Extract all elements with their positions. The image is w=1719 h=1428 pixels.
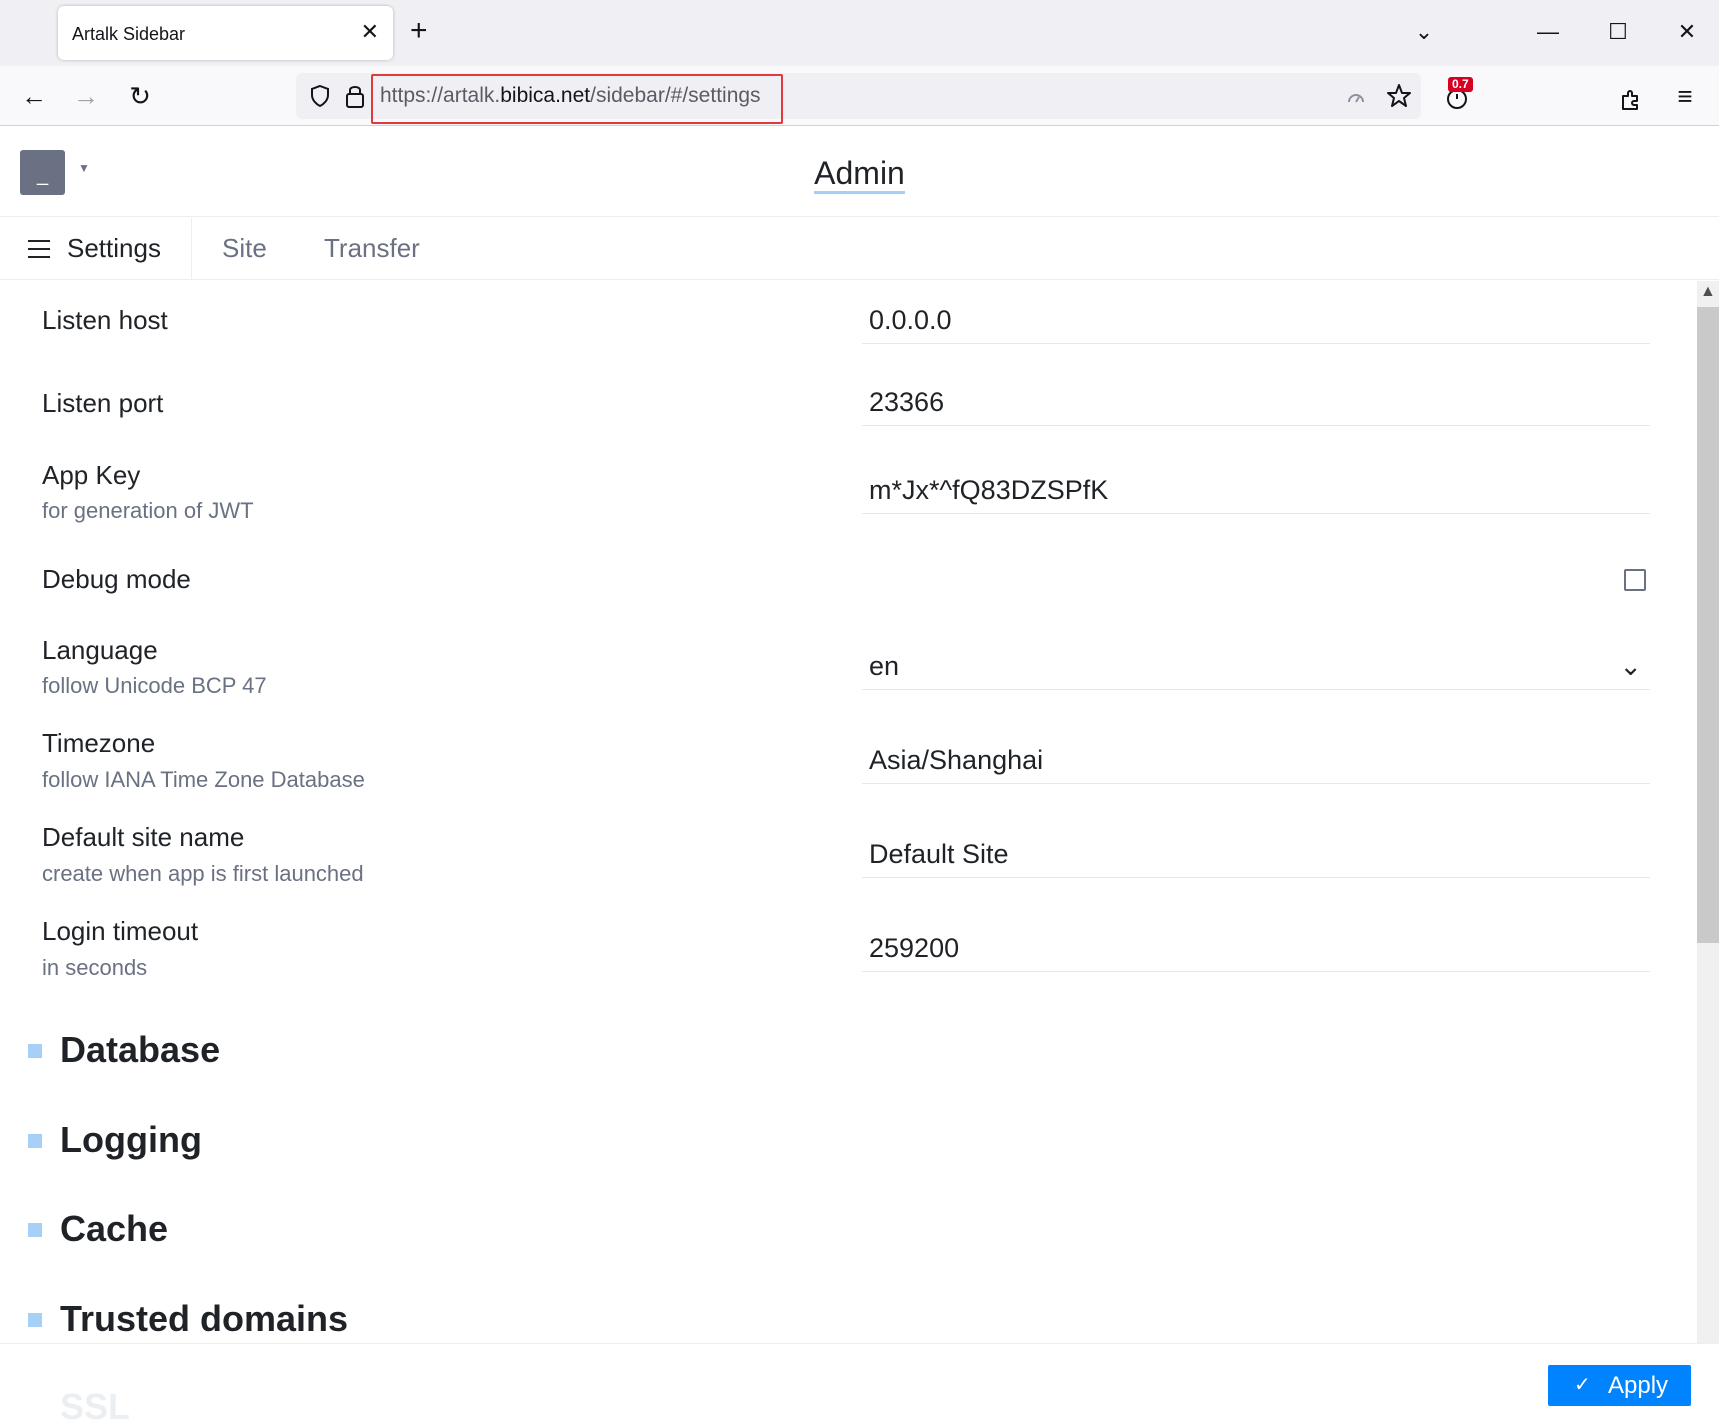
app-header: _ ▼ Admin	[0, 127, 1719, 217]
lock-icon[interactable]	[344, 83, 366, 109]
tab-close-icon[interactable]: ✕	[361, 20, 379, 44]
chevron-down-icon: ⌄	[1619, 651, 1642, 681]
setting-description: create when app is first launched	[42, 861, 364, 886]
setting-label: Debug mode	[42, 564, 191, 594]
scroll-thumb[interactable]	[1697, 307, 1719, 943]
setting-label: Login timeout	[42, 916, 199, 946]
check-icon: ✓	[1574, 1374, 1591, 1396]
back-icon[interactable]: ←	[16, 78, 52, 114]
new-tab-icon[interactable]: +	[410, 16, 428, 46]
settings-content: Listen host 0.0.0.0 Listen port 23366 Ap…	[0, 281, 1697, 1343]
apply-label: Apply	[1608, 1372, 1669, 1399]
scrollbar[interactable]: ▲	[1697, 281, 1719, 1343]
input-value: 23366	[869, 387, 945, 417]
browser-nav-bar: ← → ↻ https://artalk.bibica.net/sidebar/…	[0, 66, 1719, 126]
tab-settings[interactable]: Settings	[0, 218, 192, 280]
login-timeout-input[interactable]: 259200	[862, 928, 1650, 972]
setting-description: in seconds	[42, 955, 148, 980]
reader-view-icon[interactable]	[1346, 87, 1366, 107]
tab-transfer[interactable]: Transfer	[324, 233, 420, 264]
page-title: Admin	[0, 155, 1719, 194]
default-site-name-input[interactable]: Default Site	[862, 834, 1650, 878]
reload-icon[interactable]: ↻	[122, 78, 158, 114]
setting-description: follow Unicode BCP 47	[42, 673, 267, 698]
section-marker	[28, 1134, 42, 1148]
hamburger-icon[interactable]	[28, 240, 50, 258]
maximize-icon[interactable]: ☐	[1598, 14, 1638, 50]
app-menu-icon[interactable]: ≡	[1667, 78, 1703, 114]
extension-badge: 0.7	[1448, 77, 1473, 92]
listen-port-input[interactable]: 23366	[862, 382, 1650, 426]
section-title: Database	[60, 1029, 221, 1070]
tab-settings-label: Settings	[67, 233, 161, 263]
window-close-icon[interactable]: ✕	[1667, 14, 1707, 50]
select-value: en	[869, 651, 900, 681]
setting-label: Listen port	[42, 388, 164, 418]
input-value: m*Jx*^fQ83DZSPfK	[869, 475, 1109, 505]
input-value: Asia/Shanghai	[869, 745, 1044, 775]
tab-title: Artalk Sidebar	[72, 24, 186, 44]
scroll-up-arrow-icon[interactable]: ▲	[1700, 283, 1716, 301]
section-title: Trusted domains	[60, 1298, 349, 1339]
input-value: Default Site	[869, 839, 1009, 869]
setting-label: Timezone	[42, 728, 156, 758]
section-marker	[28, 1044, 42, 1058]
input-value: 259200	[869, 933, 960, 963]
section-marker	[28, 1313, 42, 1327]
setting-description: for generation of JWT	[42, 498, 254, 523]
setting-label: Listen host	[42, 305, 168, 335]
setting-description: follow IANA Time Zone Database	[42, 767, 365, 792]
shield-icon[interactable]	[308, 84, 332, 108]
forward-icon[interactable]: →	[68, 78, 104, 114]
apply-button[interactable]: ✓ Apply	[1548, 1365, 1691, 1406]
timezone-input[interactable]: Asia/Shanghai	[862, 740, 1650, 784]
tab-site[interactable]: Site	[222, 233, 267, 264]
extensions-puzzle-icon[interactable]	[1619, 87, 1643, 111]
setting-label: App Key	[42, 460, 141, 490]
url-bar[interactable]: https://artalk.bibica.net/sidebar/#/sett…	[296, 73, 1421, 124]
section-marker	[28, 1223, 42, 1237]
input-value: 0.0.0.0	[869, 305, 952, 335]
minimize-icon[interactable]: —	[1528, 14, 1568, 50]
url-highlight-box	[371, 74, 783, 124]
section-title: Cache	[60, 1208, 169, 1249]
setting-label: Language	[42, 635, 158, 665]
bookmark-star-icon[interactable]	[1386, 83, 1412, 109]
page-title-text: Admin	[814, 155, 905, 194]
browser-tab[interactable]: Artalk Sidebar ✕	[58, 6, 393, 60]
section-title: Logging	[60, 1119, 202, 1160]
app-key-input[interactable]: m*Jx*^fQ83DZSPfK	[862, 470, 1650, 514]
tab-bar: Settings Site Transfer	[0, 218, 1719, 280]
footer-bar: SSL ✓ Apply	[0, 1343, 1719, 1427]
browser-tab-bar: Artalk Sidebar ✕ + ⌄ — ☐ ✕	[0, 0, 1719, 66]
language-select[interactable]: en ⌄	[862, 646, 1650, 690]
listen-host-input[interactable]: 0.0.0.0	[862, 300, 1650, 344]
section-title-partial: SSL	[60, 1386, 131, 1427]
list-tabs-icon[interactable]: ⌄	[1404, 14, 1444, 50]
setting-label: Default site name	[42, 822, 245, 852]
debug-mode-checkbox[interactable]	[1624, 569, 1646, 591]
